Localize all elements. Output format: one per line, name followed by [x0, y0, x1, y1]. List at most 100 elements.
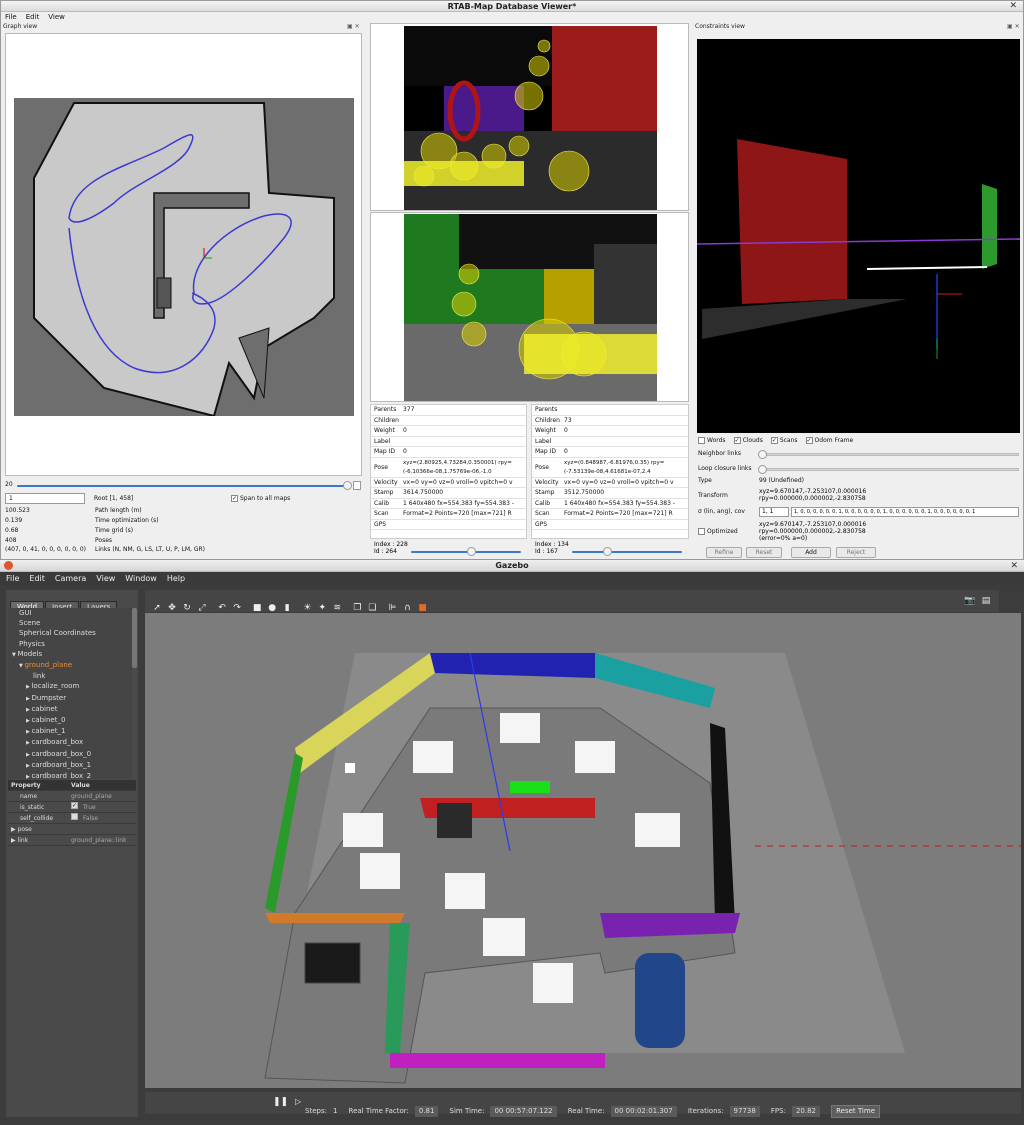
gazebo-logo-icon [4, 561, 13, 570]
reset-button[interactable]: Reset [746, 547, 782, 558]
stat-value: (407, 0, 41, 0, 0, 0, 0, 0, 0) [5, 546, 87, 553]
tree-item-label: localize_room [31, 682, 80, 691]
log-icon[interactable]: ▤ [980, 595, 992, 607]
graph-slider-handle[interactable] [343, 481, 352, 490]
stat-label: Poses [95, 537, 113, 544]
tree-item[interactable]: Scene [8, 618, 132, 628]
node-b-slider[interactable] [572, 551, 682, 553]
optimized-value: xyz=9.670147,-7.253107,0.000016 rpy=0.00… [759, 521, 866, 542]
node-a-image-view[interactable] [370, 23, 689, 211]
reject-button[interactable]: Reject [836, 547, 876, 558]
neighbor-slider-handle[interactable] [758, 450, 767, 459]
checkbox-checked-icon[interactable]: ✓ [71, 802, 78, 809]
words-checkbox[interactable]: Words [698, 436, 726, 446]
property-key: pose [17, 826, 32, 833]
rtabmap-window: RTAB-Map Database Viewer* ✕ File Edit Vi… [0, 0, 1024, 560]
info-row: Weight 0 [371, 426, 526, 437]
loop-closure-slider[interactable] [761, 468, 1019, 471]
tree-item[interactable]: ▶ cardboard_box_2 [8, 771, 132, 779]
checkbox-checked-icon: ✓ [733, 437, 741, 444]
tree-item[interactable]: ▶ cardboard_box_0 [8, 749, 132, 760]
tree-item[interactable]: Spherical Coordinates [8, 628, 132, 638]
tree-item[interactable]: ▼ ground_plane [8, 660, 132, 671]
menu-view[interactable]: View [96, 572, 115, 585]
checkbox-icon[interactable] [71, 813, 78, 820]
gazebo-status-bar: ❚❚ ▷ Steps: 1 Real Time Factor: 0.81 Sim T… [145, 1092, 1021, 1118]
tree-item[interactable]: ▶ cardboard_box_1 [8, 760, 132, 771]
steps-value[interactable]: 1 [333, 1107, 337, 1115]
tree-item[interactable]: ▼ Models [8, 649, 132, 660]
optimized-xyz: xyz=9.670147,-7.253107,0.000016 [759, 521, 867, 528]
menu-file[interactable]: File [6, 572, 19, 585]
info-row: Children [371, 416, 526, 426]
loop-slider-handle[interactable] [758, 465, 767, 474]
gazebo-3d-scene[interactable] [145, 613, 1021, 1088]
property-row-name[interactable]: name ground_plane [8, 791, 136, 802]
optimized-checkbox[interactable]: Optimized [698, 527, 738, 537]
pause-icon[interactable]: ❚❚ [273, 1097, 288, 1107]
transform-xyz: xyz=9.670147,-7.253107,0.000016 [759, 488, 867, 495]
panel-close-icon[interactable]: ▣ ✕ [347, 23, 360, 30]
refine-button[interactable]: Refine [706, 547, 742, 558]
close-icon[interactable]: ✕ [1009, 1, 1017, 12]
loop-closure-links-label: Loop closure links [698, 465, 752, 472]
graph-view-canvas[interactable] [5, 33, 362, 476]
constraints-3d-view[interactable] [697, 39, 1020, 433]
info-key: Parents [535, 406, 558, 413]
info-key: Pose [374, 463, 388, 471]
menu-help[interactable]: Help [167, 572, 185, 585]
add-button[interactable]: Add [791, 547, 831, 558]
info-row: GPS [532, 520, 688, 530]
step-icon[interactable]: ▷ [295, 1097, 301, 1106]
property-row-is-static[interactable]: is_static ✓ True [8, 802, 136, 813]
info-row: Label [371, 437, 526, 447]
tree-item[interactable]: ▶ cabinet [8, 704, 132, 715]
odom-frame-checkbox[interactable]: ✓ Odom Frame [805, 436, 853, 446]
node-a-slider[interactable] [411, 551, 521, 553]
tree-item[interactable]: ▶ Dumpster [8, 693, 132, 704]
info-key: Weight [535, 427, 556, 434]
info-row: Calib 1 640x480 fx=554.383 fy=554.383 - [371, 499, 526, 509]
tree-item[interactable]: GUI [8, 608, 132, 618]
info-key: GPS [374, 520, 387, 528]
tree-item[interactable]: Physics [8, 639, 132, 649]
tree-item[interactable]: ▶ cabinet_1 [8, 726, 132, 737]
property-key: is_static [20, 804, 45, 811]
menu-edit[interactable]: Edit [26, 12, 40, 22]
panel-close-icon[interactable]: ▣ ✕ [1007, 23, 1020, 30]
node-a-slider-handle[interactable] [467, 547, 476, 556]
span-all-maps-checkbox[interactable]: ✓ Span to all maps [231, 494, 290, 504]
tree-item[interactable]: link [8, 671, 132, 681]
stat-value: 100.523 [5, 507, 30, 514]
screenshot-icon[interactable]: 📷 [964, 595, 976, 607]
tree-item[interactable]: ▶ cabinet_0 [8, 715, 132, 726]
cov-matrix-field[interactable]: 1, 0, 0, 0, 0, 0, 0, 1, 0, 0, 0, 0, 0, 0… [791, 507, 1019, 517]
close-icon[interactable]: ✕ [1010, 560, 1018, 572]
property-row-self-collide[interactable]: self_collide False [8, 813, 136, 824]
cov-sigma-field[interactable]: 1, 1 [759, 507, 789, 517]
optimized-rpy: rpy=0.000000,0.000002,-2.830758 [759, 528, 866, 535]
reset-time-button[interactable]: Reset Time [831, 1105, 881, 1118]
clouds-checkbox[interactable]: ✓ Clouds [733, 436, 763, 446]
property-row-link[interactable]: ▶ link ground_plane::link [8, 835, 136, 846]
tree-item[interactable]: ▶ cardboard_box [8, 737, 132, 748]
type-label: Type [698, 477, 712, 484]
tree-scrollbar[interactable] [132, 608, 137, 668]
property-row-pose[interactable]: ▶ pose [8, 824, 136, 835]
neighbor-links-slider[interactable] [761, 453, 1019, 456]
gazebo-title: Gazebo [495, 561, 529, 570]
graph-slider-box[interactable] [353, 481, 361, 490]
node-b-image-view[interactable] [370, 212, 689, 402]
menu-edit[interactable]: Edit [29, 572, 45, 585]
graph-slider-value: 20 [5, 481, 13, 488]
menu-camera[interactable]: Camera [55, 572, 86, 585]
node-b-slider-handle[interactable] [603, 547, 612, 556]
menu-file[interactable]: File [5, 12, 17, 22]
menu-window[interactable]: Window [125, 572, 157, 585]
root-input[interactable] [5, 493, 85, 504]
node-b-index: Index : 134 Id : 167 [535, 541, 569, 555]
scans-checkbox[interactable]: ✓ Scans [770, 436, 798, 446]
graph-slider-track[interactable] [17, 485, 347, 487]
menu-view[interactable]: View [48, 12, 65, 22]
tree-item[interactable]: ▶ localize_room [8, 681, 132, 692]
